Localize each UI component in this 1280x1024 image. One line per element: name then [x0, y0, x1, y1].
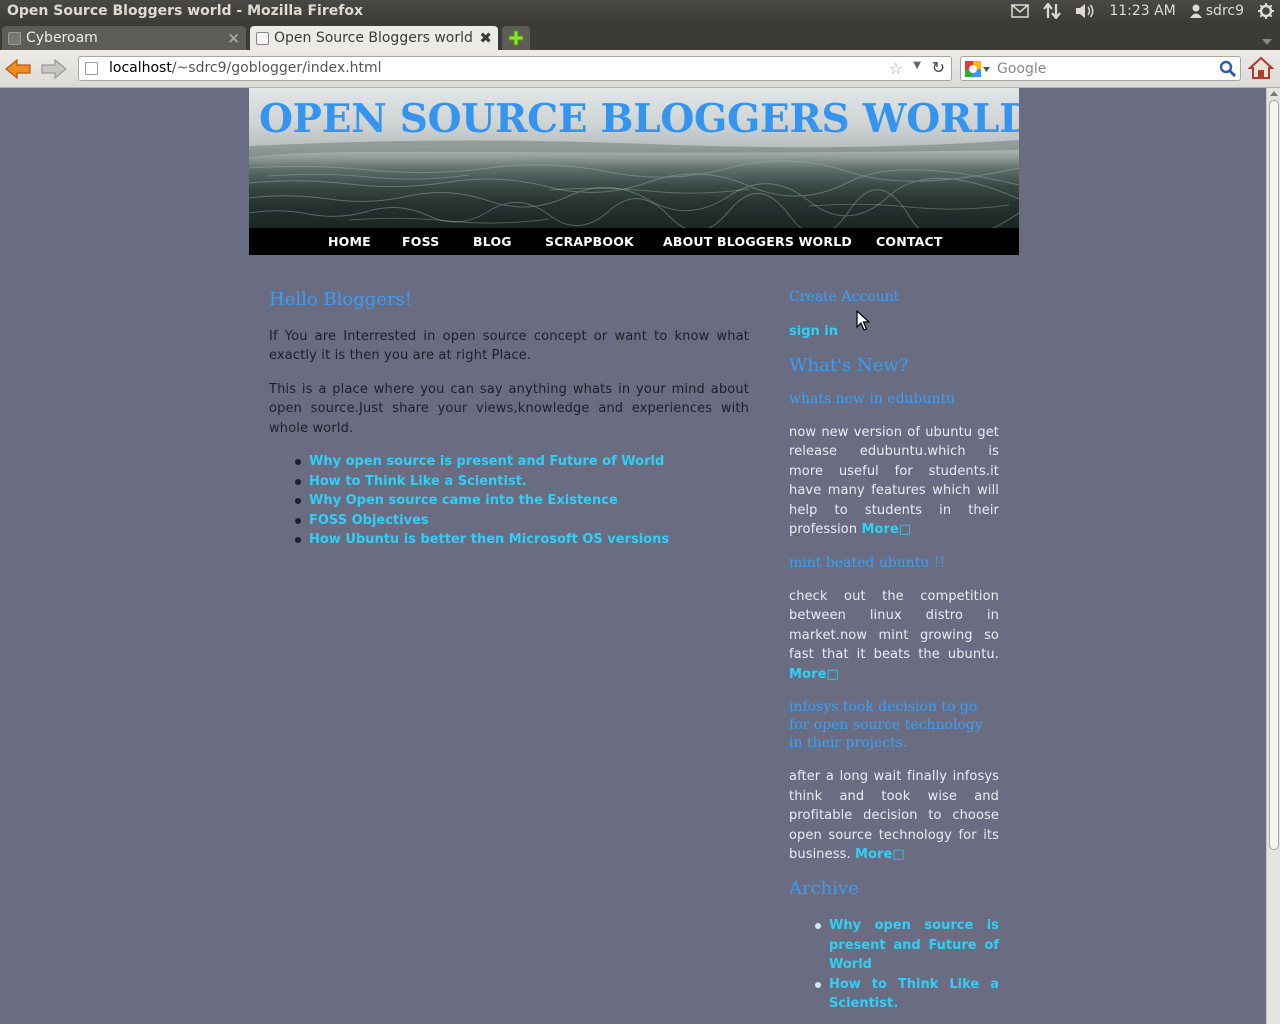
tab-cyberoam[interactable]: Cyberoam ×: [2, 26, 246, 50]
tab-bar: Cyberoam × Open Source Bloggers world ✖: [0, 24, 1280, 50]
news-title-link[interactable]: whats new in edubuntu: [789, 390, 999, 408]
new-tab-button[interactable]: [502, 26, 530, 50]
create-account-link[interactable]: Create Account: [789, 288, 999, 308]
sign-in-link[interactable]: sign in: [789, 322, 999, 342]
bookmark-star-icon[interactable]: ☆: [889, 59, 903, 78]
news-text: now new version of ubuntu get release ed…: [789, 424, 999, 538]
tab-label: Open Source Bloggers world: [274, 30, 473, 46]
news-item: infosys took decision to go for open sou…: [789, 698, 999, 865]
list-item: How Ubuntu is better then Microsoft OS v…: [295, 530, 749, 550]
mail-icon[interactable]: [1011, 4, 1030, 18]
back-button[interactable]: [4, 57, 32, 85]
sidebar: Create Account sign in What's New? whats…: [789, 288, 999, 1014]
user-menu[interactable]: sdrc9: [1189, 3, 1244, 19]
search-icon[interactable]: [1219, 60, 1237, 82]
system-tray: 11:23 AM sdrc9: [1011, 3, 1274, 19]
list-item: How to Think Like a Scientist.: [815, 975, 999, 1014]
archive-link[interactable]: How to Think Like a Scientist.: [829, 977, 999, 1012]
list-item: Why open source is present and Future of…: [295, 452, 749, 472]
home-button[interactable]: [1247, 56, 1275, 84]
site-title: OPEN SOURCE BLOGGERS WORLD !: [259, 96, 1019, 142]
nav-foss[interactable]: FOSS: [402, 234, 439, 249]
news-body: now new version of ubuntu get release ed…: [789, 423, 999, 540]
nav-scrapbook[interactable]: SCRAPBOOK: [545, 234, 634, 249]
chevron-down-icon: [983, 66, 990, 72]
scroll-up-icon[interactable]: [1270, 91, 1278, 96]
article-link[interactable]: FOSS Objectives: [309, 513, 429, 528]
url-path: /~sdrc9/goblogger/index.html: [171, 60, 382, 76]
tab-list-icon[interactable]: [1262, 31, 1272, 50]
archive-heading: Archive: [789, 877, 859, 899]
news-item: whats new in edubuntu now new version of…: [789, 390, 999, 540]
list-item: Why Open source came into the Existence: [295, 491, 749, 511]
list-item: How to Think Like a Scientist.: [295, 472, 749, 492]
nav-home[interactable]: HOME: [328, 234, 371, 249]
network-icon[interactable]: [1043, 3, 1062, 19]
article-link[interactable]: Why Open source came into the Existence: [309, 493, 618, 508]
article-link[interactable]: Why open source is present and Future of…: [309, 454, 664, 469]
volume-icon[interactable]: [1075, 3, 1095, 19]
article-list: Why open source is present and Future of…: [295, 452, 749, 550]
more-link[interactable]: More□: [855, 847, 905, 862]
url-history-dropdown-icon[interactable]: ▼: [913, 60, 921, 71]
user-name: sdrc9: [1205, 3, 1244, 19]
forward-arrow-icon: [41, 58, 67, 80]
more-link[interactable]: More□: [789, 667, 839, 682]
nav-blog[interactable]: BLOG: [473, 234, 512, 249]
reload-icon[interactable]: ↻: [932, 58, 945, 77]
page-favicon-icon: [8, 32, 21, 45]
main-nav: HOME FOSS BLOG SCRAPBOOK ABOUT BLOGGERS …: [249, 228, 1019, 255]
news-body: check out the competition between linux …: [789, 587, 999, 685]
url-bar[interactable]: localhost/~sdrc9/goblogger/index.html ☆ …: [78, 56, 952, 81]
window-title: Open Source Bloggers world - Mozilla Fir…: [7, 3, 363, 19]
mouse-cursor-icon: [856, 309, 871, 336]
nav-contact[interactable]: CONTACT: [876, 234, 943, 249]
page-viewport: OPEN SOURCE BLOGGERS WORLD ! HOME FOSS B…: [0, 88, 1266, 1024]
scrollbar-thumb[interactable]: [1269, 100, 1279, 850]
news-title-link[interactable]: infosys took decision to go for open sou…: [789, 698, 999, 752]
plus-icon: [508, 30, 524, 46]
vertical-scrollbar[interactable]: [1266, 88, 1280, 1024]
main-heading: Hello Bloggers!: [269, 289, 413, 310]
clock-time[interactable]: 11:23 AM: [1109, 3, 1175, 19]
page-favicon-icon: [256, 32, 269, 45]
close-tab-icon[interactable]: ✖: [479, 29, 492, 47]
archive-list: Why open source is present and Future of…: [815, 916, 999, 1014]
nav-about[interactable]: ABOUT BLOGGERS WORLD: [663, 234, 852, 249]
power-icon[interactable]: [1258, 3, 1274, 19]
url-text[interactable]: localhost/~sdrc9/goblogger/index.html: [109, 60, 382, 76]
search-engine-selector[interactable]: [965, 61, 990, 77]
page-favicon-icon: [85, 62, 98, 75]
whats-new-heading: What's New?: [789, 355, 909, 376]
home-icon: [1247, 56, 1275, 79]
os-top-panel: Open Source Bloggers world - Mozilla Fir…: [0, 0, 1280, 24]
tab-open-source-bloggers[interactable]: Open Source Bloggers world ✖: [250, 26, 498, 50]
intro-paragraph: If You are Interrested in open source co…: [269, 328, 749, 364]
header-banner: OPEN SOURCE BLOGGERS WORLD !: [249, 88, 1019, 228]
intro-paragraph: This is a place where you can say anythi…: [269, 381, 749, 436]
user-icon: [1189, 4, 1202, 18]
article-link[interactable]: How Ubuntu is better then Microsoft OS v…: [309, 532, 669, 547]
navigation-toolbar: localhost/~sdrc9/goblogger/index.html ☆ …: [0, 50, 1280, 88]
forward-button[interactable]: [40, 57, 68, 85]
search-input[interactable]: [997, 58, 1207, 79]
tab-label: Cyberoam: [26, 30, 98, 46]
news-body: after a long wait finally infosys think …: [789, 767, 999, 865]
main-content: Hello Bloggers! If You are Interrested i…: [269, 290, 749, 550]
archive-link[interactable]: Why open source is present and Future of…: [829, 918, 999, 972]
close-tab-icon[interactable]: ×: [227, 29, 240, 47]
list-item: Why open source is present and Future of…: [815, 916, 999, 975]
list-item: FOSS Objectives: [295, 511, 749, 531]
url-host: localhost: [109, 60, 172, 76]
back-arrow-icon: [5, 58, 31, 80]
news-title-link[interactable]: mint beated ubuntu !!: [789, 554, 999, 572]
google-icon: [965, 61, 981, 77]
news-item: mint beated ubuntu !! check out the comp…: [789, 554, 999, 685]
more-link[interactable]: More□: [861, 522, 911, 537]
article-link[interactable]: How to Think Like a Scientist.: [309, 474, 527, 489]
search-bar[interactable]: [960, 56, 1241, 81]
news-text: check out the competition between linux …: [789, 588, 999, 663]
